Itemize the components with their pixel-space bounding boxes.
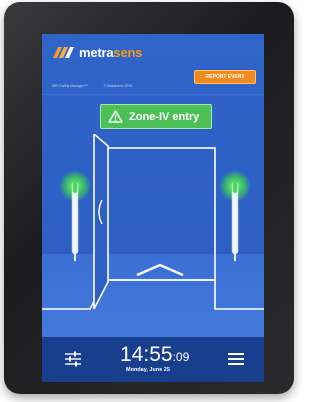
logo-icon (52, 45, 76, 59)
bottom-bar: 14:55:09 Monday, June 25 (42, 337, 264, 382)
meta-info: MRI Safety Manager™ © Metrasens 2018 (52, 84, 132, 88)
product-name: MRI Safety Manager™ (52, 84, 88, 88)
clock: 14:55:09 (120, 343, 190, 366)
sensor-right (219, 170, 251, 261)
logo: metrasens (52, 42, 142, 62)
sensor-left (59, 170, 91, 261)
report-event-button[interactable]: REPORT EVENT (194, 70, 256, 84)
warning-icon (108, 110, 123, 123)
sliders-icon[interactable] (64, 351, 82, 367)
device-screen: metrasens MRI Safety Manager™ © Metrasen… (42, 34, 264, 382)
divider (42, 94, 264, 95)
brand-name: metrasens (79, 44, 143, 60)
copyright: © Metrasens 2018 (103, 84, 133, 88)
door-scene (42, 134, 264, 339)
zone-alert-label: Zone-IV entry (129, 110, 200, 123)
menu-icon[interactable] (228, 353, 244, 365)
date: Monday, June 25 (126, 367, 170, 373)
zone-alert-badge: Zone-IV entry (100, 104, 212, 129)
